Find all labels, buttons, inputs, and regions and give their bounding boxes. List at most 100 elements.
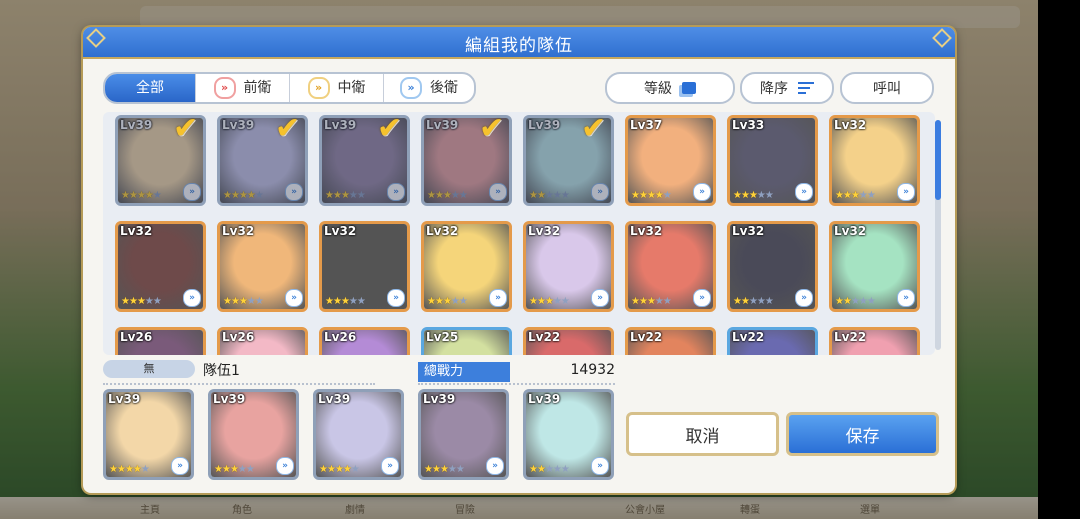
level-label: Lv39 — [318, 392, 351, 406]
screen-edge — [1038, 0, 1080, 519]
roster-scrollbar[interactable] — [935, 120, 941, 200]
team-slot[interactable]: Lv39 ★★★★★ » — [523, 389, 614, 480]
order-label: 降序 — [760, 81, 788, 97]
position-arrow-icon: » — [693, 183, 711, 201]
star-rating: ★★★★★ — [631, 296, 672, 307]
divider — [103, 383, 375, 385]
position-filter-tabs: 全部 » 前衛 » 中衛 » 後衛 — [103, 72, 476, 104]
selected-check-icon: ✔ — [377, 112, 403, 146]
character-card[interactable]: Lv32 ★★★★★ » — [115, 221, 206, 312]
team-slot[interactable]: Lv39 ★★★★★ » — [103, 389, 194, 480]
tab-vanguard[interactable]: » 前衛 — [196, 74, 290, 102]
stack-icon — [682, 82, 696, 94]
red-arrow-icon: » — [213, 77, 236, 99]
character-roster-grid: Lv39 ★★★★★» ✔ Lv39 ★★★★★» ✔ Lv39 ★★★★★» ✔ Lv39 ★★★… — [103, 112, 935, 355]
order-toggle-button[interactable]: 降序 — [740, 72, 834, 104]
position-arrow-icon: » — [387, 289, 405, 307]
level-label: Lv32 — [630, 224, 663, 238]
character-card[interactable]: Lv26★★★★★» — [115, 327, 206, 355]
character-card[interactable]: Lv32 ★★★★★ » — [625, 221, 716, 312]
level-label: Lv22 — [732, 330, 765, 344]
cancel-button[interactable]: 取消 — [626, 412, 779, 456]
character-card[interactable]: Lv32 ★★★★★ » — [421, 221, 512, 312]
position-arrow-icon: » — [795, 183, 813, 201]
level-label: Lv32 — [324, 224, 357, 238]
level-label: Lv25 — [426, 330, 459, 344]
character-card[interactable]: Lv32 ★★★★★ » — [217, 221, 308, 312]
character-card[interactable]: Lv22★★★★★» — [523, 327, 614, 355]
level-label: Lv33 — [732, 118, 765, 132]
position-arrow-icon: » — [171, 457, 189, 475]
tab-all[interactable]: 全部 — [105, 74, 196, 102]
level-label: Lv32 — [426, 224, 459, 238]
star-rating: ★★★★★ — [733, 190, 774, 201]
character-card[interactable]: Lv26★★★★★» — [217, 327, 308, 355]
character-card[interactable]: Lv32 ★★★★★ » — [829, 221, 920, 312]
character-card[interactable]: Lv32 ★★★★★ » — [319, 221, 410, 312]
total-power-label: 總戰力 — [418, 362, 510, 382]
level-label: Lv32 — [732, 224, 765, 238]
level-label: Lv39 — [108, 392, 141, 406]
character-card[interactable]: Lv22★★★★★» — [829, 327, 920, 355]
character-card[interactable]: Lv22★★★★★» — [727, 327, 818, 355]
divider — [418, 383, 615, 385]
character-card[interactable]: Lv22★★★★★» — [625, 327, 716, 355]
team-info: 無 隊伍1 — [103, 360, 375, 380]
level-label: Lv39 — [213, 392, 246, 406]
team-slot[interactable]: Lv39 ★★★★★ » — [313, 389, 404, 480]
call-label: 呼叫 — [873, 81, 901, 97]
level-label: Lv26 — [120, 330, 153, 344]
character-card[interactable]: Lv32 ★★★★★ » — [727, 221, 818, 312]
star-rating: ★★★★★ — [121, 296, 162, 307]
position-arrow-icon: » — [591, 289, 609, 307]
star-rating: ★★★★★ — [733, 296, 774, 307]
selected-check-icon: ✔ — [173, 112, 199, 146]
level-label: Lv22 — [834, 330, 867, 344]
team-slot[interactable]: Lv39 ★★★★★ » — [208, 389, 299, 480]
save-button[interactable]: 保存 — [786, 412, 939, 456]
position-arrow-icon: » — [276, 457, 294, 475]
level-label: Lv32 — [528, 224, 561, 238]
character-card[interactable]: Lv33 ★★★★★ » — [727, 115, 818, 206]
yellow-arrow-icon: » — [307, 77, 330, 99]
level-label: Lv37 — [630, 118, 663, 132]
character-card[interactable]: Lv26★★★★★» — [319, 327, 410, 355]
team-slot[interactable]: Lv39 ★★★★★ » — [418, 389, 509, 480]
star-rating: ★★★★★ — [319, 464, 360, 475]
star-rating: ★★★★★ — [835, 296, 876, 307]
call-button[interactable]: 呼叫 — [840, 72, 934, 104]
star-rating: ★★★★★ — [424, 464, 465, 475]
tab-rearguard[interactable]: » 後衛 — [384, 74, 474, 102]
total-power-value: 14932 — [570, 362, 615, 378]
selected-check-icon: ✔ — [581, 112, 607, 146]
character-card[interactable]: Lv32 ★★★★★ » — [829, 115, 920, 206]
position-arrow-icon: » — [381, 457, 399, 475]
character-card[interactable]: Lv25★★★★★» — [421, 327, 512, 355]
position-arrow-icon: » — [486, 457, 504, 475]
level-sort-button[interactable]: 等級 — [605, 72, 735, 104]
level-sort-label: 等級 — [644, 81, 672, 97]
tab-midguard[interactable]: » 中衛 — [290, 74, 384, 102]
level-label: Lv39 — [423, 392, 456, 406]
team-tag[interactable]: 無 — [103, 360, 195, 378]
character-card[interactable]: Lv32 ★★★★★ » — [523, 221, 614, 312]
level-label: Lv22 — [528, 330, 561, 344]
level-label: Lv32 — [222, 224, 255, 238]
level-label: Lv26 — [324, 330, 357, 344]
tab-midguard-label: 中衛 — [337, 80, 366, 96]
team-name: 隊伍1 — [203, 363, 240, 379]
level-label: Lv22 — [630, 330, 663, 344]
position-arrow-icon: » — [897, 289, 915, 307]
star-rating: ★★★★★ — [529, 296, 570, 307]
sort-descending-icon — [798, 82, 814, 94]
position-arrow-icon: » — [285, 289, 303, 307]
character-card[interactable]: Lv37 ★★★★★ » — [625, 115, 716, 206]
star-rating: ★★★★★ — [427, 296, 468, 307]
tab-vanguard-label: 前衛 — [243, 80, 272, 96]
tab-all-label: 全部 — [136, 80, 164, 96]
star-rating: ★★★★★ — [631, 190, 672, 201]
selected-check-icon: ✔ — [275, 112, 301, 146]
party-formation-dialog: 編組我的隊伍 全部 » 前衛 » 中衛 » 後衛 等級 降序 呼叫 Lv39 ★… — [83, 27, 955, 493]
position-arrow-icon: » — [183, 289, 201, 307]
star-rating: ★★★★★ — [214, 464, 255, 475]
